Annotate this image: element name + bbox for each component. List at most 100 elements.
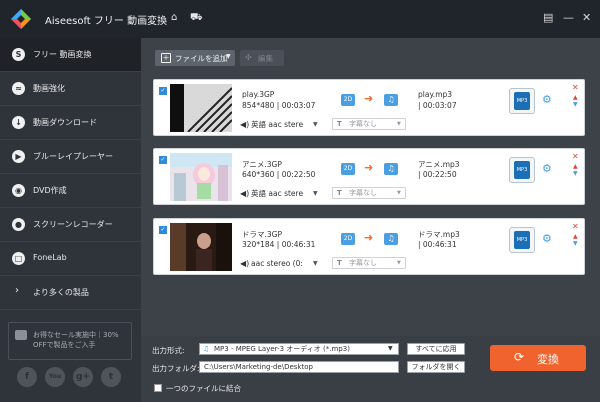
- cart-icon[interactable]: ⛟: [190, 11, 203, 25]
- file-checkbox[interactable]: ✓: [159, 156, 167, 164]
- output-folder-label: 出力フォルダ:: [152, 364, 200, 373]
- move-down-icon[interactable]: ▼: [573, 170, 578, 177]
- chevron-down-icon[interactable]: ▼: [313, 119, 318, 130]
- chevron-down-icon[interactable]: ▼: [313, 258, 318, 269]
- convert-button[interactable]: ⟳ 変換: [490, 345, 586, 371]
- output-duration: | 00:03:07: [418, 101, 457, 110]
- subtitle-select[interactable]: T 字幕なし ▼: [332, 118, 406, 130]
- sidebar-item-screen-recorder[interactable]: ● スクリーンレコーダー: [0, 208, 141, 242]
- move-up-icon[interactable]: ▲: [573, 233, 578, 240]
- chevron-down-icon: ▼: [397, 260, 401, 266]
- music-note-icon: ♫: [203, 345, 210, 353]
- output-folder-field[interactable]: C:\Users\Marketing-de\Desktop ···: [199, 361, 456, 373]
- file-meta: 640*360 | 00:22:50: [242, 170, 316, 179]
- move-up-icon[interactable]: ▲: [573, 94, 578, 101]
- add-file-button[interactable]: + ファイルを追加 ▼: [155, 50, 235, 66]
- 2d-badge[interactable]: 2D: [341, 163, 355, 175]
- merge-checkbox[interactable]: [154, 384, 162, 392]
- convert-label: 変換: [537, 353, 559, 366]
- chat-icon: [15, 330, 27, 340]
- close-icon[interactable]: ✕: [582, 11, 591, 25]
- promo-banner[interactable]: お得なセール実施中｜30% OFFで製品をご入手: [8, 322, 132, 360]
- google-plus-icon[interactable]: g+: [73, 367, 93, 387]
- output-format-button[interactable]: MP3: [509, 227, 535, 253]
- menu-icon[interactable]: ▤: [543, 11, 553, 25]
- camera-icon: ●: [12, 218, 25, 231]
- phone-icon: □: [12, 252, 25, 265]
- sidebar-item-fonelab[interactable]: □ FoneLab: [0, 242, 141, 276]
- sidebar-item-label: フリー 動画変換: [33, 50, 92, 59]
- edit-button[interactable]: ✣ 編集: [240, 50, 284, 66]
- music-note-icon: ♫: [384, 163, 398, 175]
- file-name: play.3GP: [242, 90, 275, 99]
- file-meta: 854*480 | 00:03:07: [242, 101, 316, 110]
- apply-to-all-button[interactable]: すべてに応用: [407, 343, 465, 355]
- play-icon: ▶: [12, 150, 25, 163]
- remove-icon[interactable]: ✕: [572, 152, 579, 161]
- chevron-down-icon[interactable]: ▼: [313, 188, 318, 199]
- move-down-icon[interactable]: ▼: [573, 240, 578, 247]
- sidebar-item-dvd-creator[interactable]: ◉ DVD作成: [0, 174, 141, 208]
- file-item[interactable]: ✓ play.3GP 854*480 | 00:03:07 2D ➜ ♫ pla…: [153, 79, 585, 136]
- chevron-right-icon: ›: [15, 285, 19, 296]
- gear-icon[interactable]: ⚙: [542, 162, 552, 176]
- download-icon: ↓: [12, 116, 25, 129]
- output-format-select[interactable]: ♫ MP3 - MPEG Layer-3 オーディオ (*.mp3) ▼: [199, 343, 399, 355]
- output-format-button[interactable]: MP3: [509, 157, 535, 183]
- sidebar-item-label: FoneLab: [33, 253, 67, 262]
- convert-icon: ⟳: [514, 350, 525, 364]
- mp3-format-icon: MP3: [514, 161, 530, 179]
- output-file-name: play.mp3: [418, 90, 453, 99]
- gear-icon[interactable]: ⚙: [542, 93, 552, 107]
- subtitle-select[interactable]: T 字幕なし ▼: [332, 187, 406, 199]
- sidebar-item-video-enhance[interactable]: ≈ 動画強化: [0, 72, 141, 106]
- 2d-badge[interactable]: 2D: [341, 233, 355, 245]
- facebook-icon[interactable]: f: [17, 367, 37, 387]
- remove-icon[interactable]: ✕: [572, 222, 579, 231]
- twitter-icon[interactable]: t: [101, 367, 121, 387]
- promo-text: お得なセール実施中｜30% OFFで製品をご入手: [33, 331, 119, 349]
- subtitle-icon: T: [337, 189, 342, 197]
- open-folder-button[interactable]: フォルダを開く: [407, 361, 465, 373]
- chevron-down-icon: ▼: [397, 190, 401, 196]
- main-panel: + ファイルを追加 ▼ ✣ 編集 ✓ play.3GP 854*480 | 00…: [141, 38, 600, 402]
- move-up-icon[interactable]: ▲: [573, 163, 578, 170]
- aiseesoft-logo-icon: [11, 9, 31, 29]
- output-file-name: アニメ.mp3: [418, 160, 460, 169]
- file-item[interactable]: ✓ アニメ.3GP 640*360 | 00:22:50 2D ➜ ♫ アニメ.…: [153, 148, 585, 205]
- minimize-icon[interactable]: —: [563, 11, 574, 25]
- speaker-icon: ◀): [240, 120, 250, 129]
- sidebar-item-bluray-player[interactable]: ▶ ブルーレイプレーヤー: [0, 140, 141, 174]
- output-file-name: ドラマ.mp3: [418, 230, 460, 239]
- youtube-icon[interactable]: You: [45, 367, 65, 387]
- sidebar-item-video-download[interactable]: ↓ 動画ダウンロード: [0, 106, 141, 140]
- sidebar-item-free-video-converter[interactable]: S フリー 動画変換: [0, 38, 141, 72]
- output-format-label: 出力形式:: [152, 346, 185, 355]
- file-checkbox[interactable]: ✓: [159, 226, 167, 234]
- file-name: ドラマ.3GP: [242, 230, 282, 239]
- home-icon[interactable]: ⌂: [171, 11, 177, 25]
- sidebar: S フリー 動画変換 ≈ 動画強化 ↓ 動画ダウンロード ▶ ブルーレイプレーヤ…: [0, 38, 141, 402]
- gear-icon[interactable]: ⚙: [542, 232, 552, 246]
- file-item[interactable]: ✓ ドラマ.3GP 320*184 | 00:46:31 2D ➜ ♫ ドラマ.…: [153, 218, 585, 275]
- speaker-icon: ◀): [240, 189, 250, 198]
- video-thumbnail: [170, 223, 232, 271]
- music-note-icon: ♫: [384, 94, 398, 106]
- chevron-down-icon: ▼: [388, 345, 393, 352]
- 2d-badge[interactable]: 2D: [341, 94, 355, 106]
- converter-icon: S: [12, 48, 25, 61]
- output-duration: | 00:22:50: [418, 170, 457, 179]
- add-file-label: ファイルを追加: [175, 54, 228, 63]
- subtitle-icon: T: [337, 259, 342, 267]
- subtitle-select[interactable]: T 字幕なし ▼: [332, 257, 406, 269]
- music-note-icon: ♫: [384, 233, 398, 245]
- arrow-right-icon: ➜: [364, 161, 374, 174]
- move-down-icon[interactable]: ▼: [573, 101, 578, 108]
- disc-icon: ◉: [12, 184, 25, 197]
- chevron-down-icon: ▼: [226, 53, 231, 60]
- file-checkbox[interactable]: ✓: [159, 87, 167, 95]
- output-format-button[interactable]: MP3: [509, 88, 535, 114]
- sidebar-item-more-products[interactable]: › より多くの製品: [0, 276, 141, 310]
- remove-icon[interactable]: ✕: [572, 83, 579, 92]
- subtitle-icon: T: [337, 120, 342, 128]
